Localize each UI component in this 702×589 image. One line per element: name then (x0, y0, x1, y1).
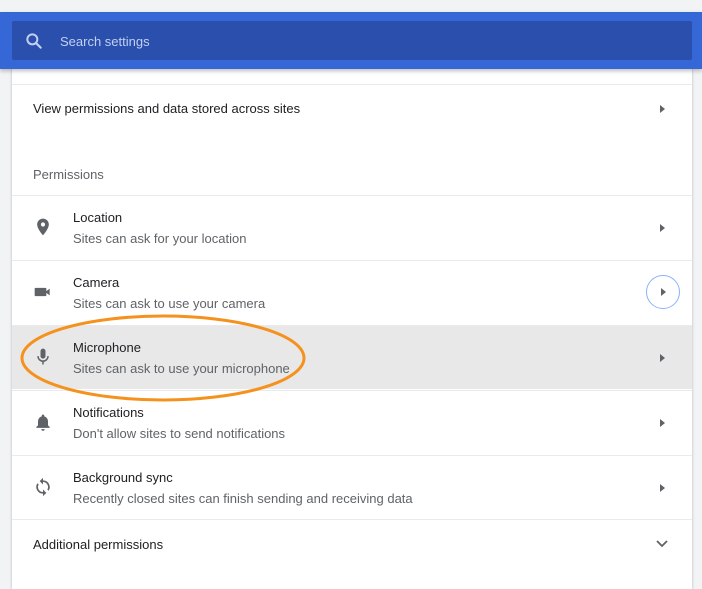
settings-header (0, 12, 702, 69)
permission-title: Camera (73, 275, 120, 290)
permission-subtitle: Sites can ask to use your camera (73, 296, 266, 311)
arrow-right-icon (661, 288, 666, 296)
permission-subtitle: Sites can ask to use your microphone (73, 361, 290, 376)
view-permissions-row[interactable]: View permissions and data stored across … (12, 86, 692, 132)
arrow-right-icon (660, 484, 665, 492)
arrow-right-icon (660, 354, 665, 362)
divider (12, 84, 692, 85)
settings-card: View permissions and data stored across … (11, 69, 693, 589)
arrow-right-icon (660, 224, 665, 232)
permissions-section-title: Permissions (33, 167, 104, 182)
chevron-down-icon (656, 540, 668, 548)
permission-subtitle: Recently closed sites can finish sending… (73, 491, 413, 506)
camera-icon (34, 287, 50, 297)
search-box[interactable] (12, 21, 692, 62)
view-permissions-label: View permissions and data stored across … (33, 101, 301, 116)
permission-title: Microphone (73, 340, 141, 355)
permission-subtitle: Sites can ask for your location (73, 231, 247, 246)
sync-icon (36, 477, 50, 497)
additional-permissions-row[interactable]: Additional permissions (12, 519, 692, 571)
permission-row-camera[interactable]: Camera Sites can ask to use your camera (12, 260, 692, 324)
permission-row-location[interactable]: Location Sites can ask for your location (12, 195, 692, 259)
search-icon[interactable] (24, 31, 44, 51)
arrow-right-icon (660, 419, 665, 427)
permission-title: Notifications (73, 405, 144, 420)
permission-row-background-sync[interactable]: Background sync Recently closed sites ca… (12, 455, 692, 519)
permission-row-microphone[interactable]: Microphone Sites can ask to use your mic… (12, 325, 692, 389)
microphone-icon (37, 348, 49, 365)
arrow-right-icon (660, 105, 665, 113)
location-pin-icon (37, 218, 49, 236)
camera-arrow-button[interactable] (646, 275, 680, 309)
permission-title: Background sync (73, 470, 173, 485)
window-top-strip (0, 0, 702, 12)
search-input[interactable] (58, 21, 662, 62)
bell-icon (36, 414, 50, 431)
permission-subtitle: Don't allow sites to send notifications (73, 426, 286, 441)
permission-title: Location (73, 210, 123, 225)
additional-permissions-label: Additional permissions (33, 537, 164, 552)
permission-row-notifications[interactable]: Notifications Don't allow sites to send … (12, 390, 692, 454)
